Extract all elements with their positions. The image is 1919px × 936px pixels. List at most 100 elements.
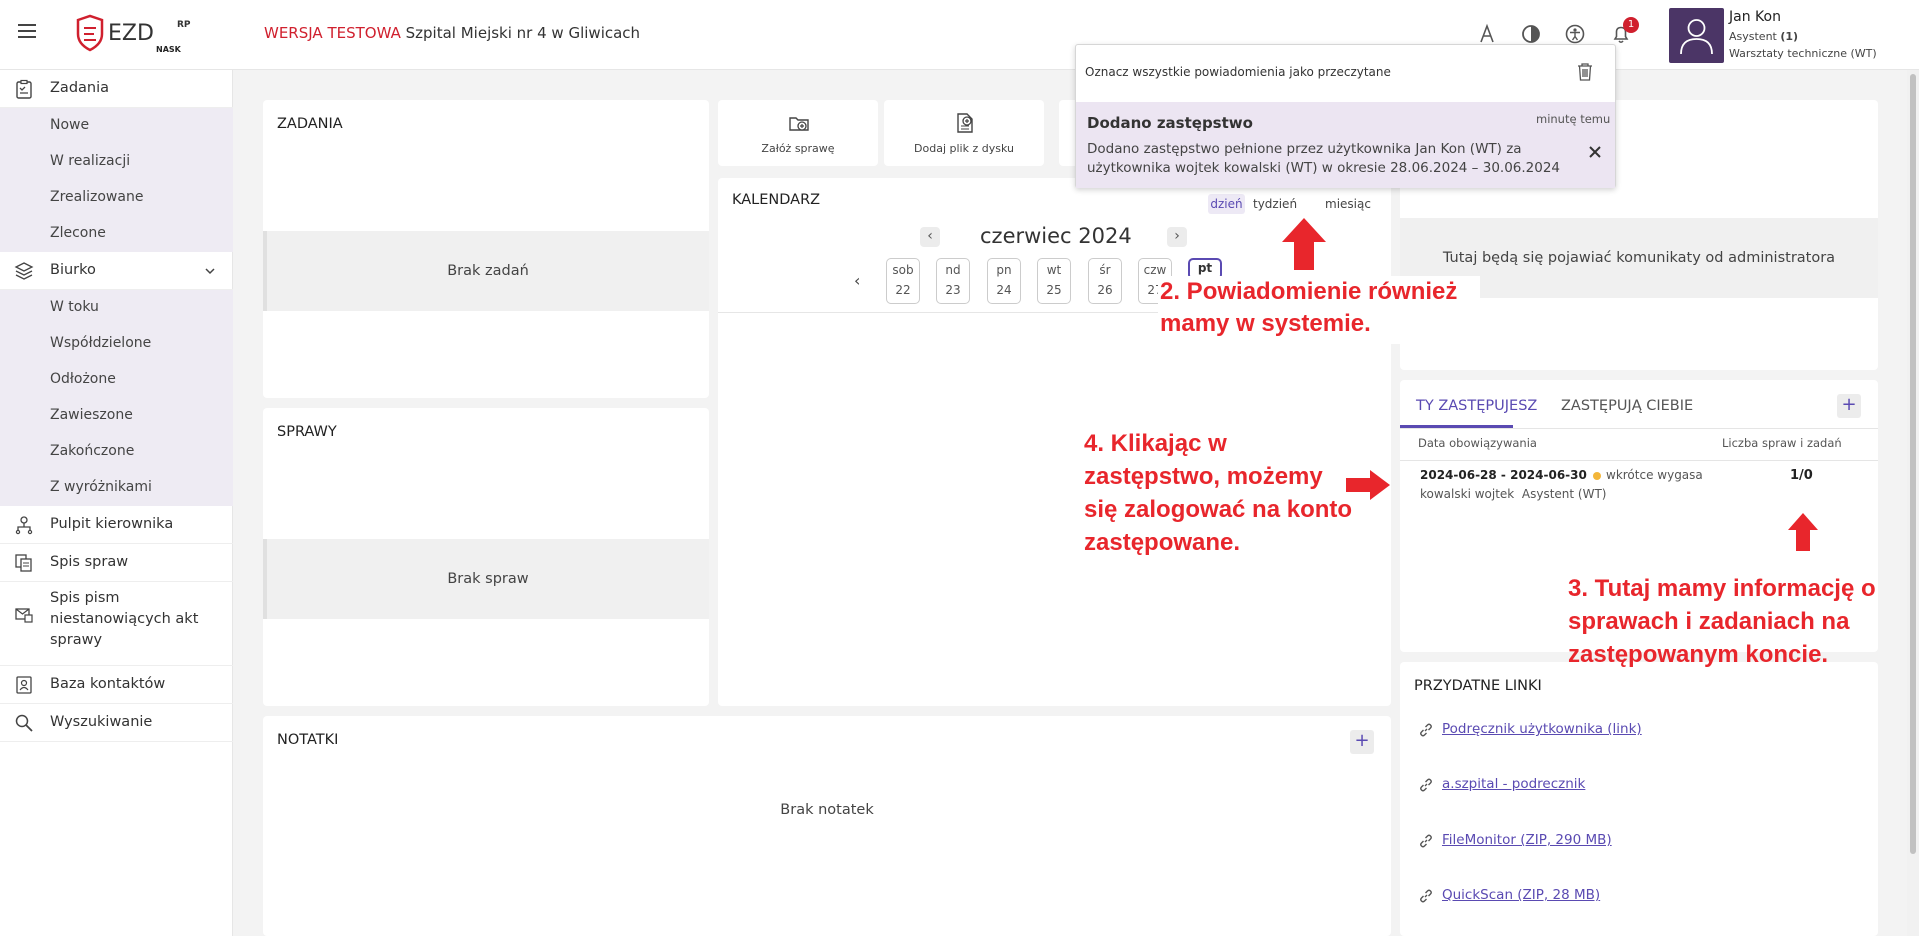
mark-all-read-link[interactable]: Oznacz wszystkie powiadomienia jako prze… <box>1085 65 1391 79</box>
annotation-line: zastępowane. <box>1084 529 1241 556</box>
notification-item[interactable]: Dodano zastępstwo minutę temu Dodano zas… <box>1076 102 1615 188</box>
view-miesiac[interactable]: miesiąc <box>1325 194 1371 214</box>
sidebar-item-label: Zadania <box>50 80 110 96</box>
sidebar-sub-label: Zawieszone <box>50 407 133 423</box>
sidebar-sub-z-wyroznikami[interactable]: Z wyróżnikami <box>0 470 233 506</box>
sidebar-sub-w-realizacji[interactable]: W realizacji <box>0 144 233 180</box>
notatki-empty: Brak notatek <box>780 802 874 818</box>
sidebar-sub-zlecone[interactable]: Zlecone <box>0 216 233 252</box>
contrast-icon[interactable] <box>1520 23 1542 45</box>
add-file-icon <box>957 113 973 133</box>
day-number: 26 <box>1097 283 1113 297</box>
add-note-button[interactable]: + <box>1350 730 1374 754</box>
add-zastepstwo-button[interactable]: + <box>1837 394 1861 418</box>
next-month-button[interactable]: › <box>1167 227 1187 247</box>
zastepstwo-row[interactable]: 2024-06-28 - 2024-06-30 wkrótce wygasa k… <box>1400 462 1878 506</box>
sidebar-sub-label: Odłożone <box>50 371 116 387</box>
link-filemonitor[interactable]: FileMonitor (ZIP, 290 MB) <box>1442 832 1612 848</box>
font-size-icon[interactable] <box>1476 23 1498 45</box>
sidebar-item-spis-spraw[interactable]: Spis spraw <box>0 544 233 582</box>
sidebar-item-baza-kontaktow[interactable]: Baza kontaktów <box>0 666 233 704</box>
sidebar-item-biurko[interactable]: Biurko <box>0 252 233 290</box>
sidebar-sub-odlozone[interactable]: Odłożone <box>0 362 233 398</box>
link-icon <box>1420 834 1432 848</box>
scrollbar-thumb[interactable] <box>1910 74 1916 854</box>
tab-ty-zastepujesz[interactable]: TY ZASTĘPUJESZ <box>1416 398 1537 414</box>
sidebar-sub-zakonczone[interactable]: Zakończone <box>0 434 233 470</box>
sidebar-sub-label: W realizacji <box>50 153 131 169</box>
day-name: sob <box>892 263 914 277</box>
person-role: Asystent (WT) <box>1521 487 1607 501</box>
logo-text: EZD <box>108 21 154 46</box>
sidebar-sub-label: Współdzielone <box>50 335 152 351</box>
contacts-icon <box>16 676 32 694</box>
sidebar-sub-nowe[interactable]: Nowe <box>0 108 233 144</box>
sidebar-sub-zawieszone[interactable]: Zawieszone <box>0 398 233 434</box>
sidebar-sub-wspoldzielone[interactable]: Współdzielone <box>0 326 233 362</box>
view-dzien[interactable]: dzień <box>1208 194 1245 214</box>
day-number: 25 <box>1046 283 1062 297</box>
clipboard-icon <box>16 79 32 99</box>
link-icon <box>1420 778 1432 792</box>
menu-icon[interactable] <box>18 24 36 38</box>
link-aszpital[interactable]: a.szpital - podrecznik <box>1442 776 1585 792</box>
trash-icon[interactable] <box>1576 62 1594 82</box>
prev-week-button[interactable]: ‹ <box>854 271 860 290</box>
sidebar-sub-w-toku[interactable]: W toku <box>0 290 233 326</box>
avatar[interactable] <box>1669 8 1724 63</box>
annotation-line: 4. Klikając w <box>1084 430 1227 457</box>
calendar-day[interactable]: śr 26 <box>1088 258 1122 304</box>
annotation-3: 3. Tutaj mamy informację o sprawach i zad… <box>1568 572 1876 671</box>
sidebar-sub-zrealizowane[interactable]: Zrealizowane <box>0 180 233 216</box>
day-name: pt <box>1197 261 1213 275</box>
test-version-label: WERSJA TESTOWA <box>264 24 401 42</box>
link-quickscan[interactable]: QuickScan (ZIP, 28 MB) <box>1442 887 1600 903</box>
org-chart-icon <box>15 516 33 535</box>
sidebar-item-label-line: Spis pism <box>50 590 120 606</box>
links-title: PRZYDATNE LINKI <box>1414 678 1542 694</box>
user-name[interactable]: Jan Kon <box>1729 9 1781 25</box>
dodaj-plik-button[interactable]: Dodaj plik z dysku <box>884 100 1044 166</box>
sidebar-item-pulpit-kierownika[interactable]: Pulpit kierownika <box>0 506 233 544</box>
calendar-day[interactable]: sob 22 <box>886 258 920 304</box>
arrow-right-icon <box>1346 470 1390 500</box>
accessibility-icon[interactable] <box>1564 23 1586 45</box>
zastepstwo-count: 1/0 <box>1790 468 1813 483</box>
calendar-day[interactable]: nd 23 <box>936 258 970 304</box>
prev-month-button[interactable]: ‹ <box>920 227 940 247</box>
annotation-line: mamy w systemie. <box>1160 310 1371 337</box>
search-icon <box>15 714 33 732</box>
scrollbar[interactable] <box>1907 70 1919 936</box>
calendar-day[interactable]: wt 25 <box>1037 258 1071 304</box>
day-number: 23 <box>945 283 961 297</box>
day-number: 24 <box>996 283 1012 297</box>
sidebar-item-label: Spis spraw <box>50 554 129 570</box>
annotation-line: się zalogować na konto <box>1084 496 1353 523</box>
zadania-empty: Brak zadań <box>263 231 709 311</box>
logo-sub: NASK <box>156 45 182 54</box>
calendar-day[interactable]: pn 24 <box>987 258 1021 304</box>
sidebar-item-spis-pism[interactable]: Spis pism niestanowiących akt sprawy <box>0 582 233 666</box>
annotation-4: 4. Klikając w zastępstwo, możemy się zalog… <box>1084 427 1352 559</box>
sidebar-item-label: Biurko <box>50 262 96 278</box>
ezd-logo[interactable]: EZD RP NASK <box>76 14 206 56</box>
user-role: Asystent (1) <box>1729 30 1798 43</box>
sidebar-item-zadania[interactable]: Zadania <box>0 70 233 108</box>
zaloz-sprawe-button[interactable]: Załóż sprawę <box>718 100 878 166</box>
sprawy-title: SPRAWY <box>277 424 337 440</box>
logo-sup: RP <box>177 20 191 30</box>
user-role-count: (1) <box>1780 30 1799 43</box>
hospital-name: Szpital Miejski nr 4 w Gliwicach <box>405 24 641 42</box>
sidebar-sub-label: Zlecone <box>50 225 106 241</box>
notification-badge: 1 <box>1623 17 1639 33</box>
sidebar-item-wyszukiwanie[interactable]: Wyszukiwanie <box>0 704 233 742</box>
close-icon[interactable] <box>1588 145 1602 159</box>
link-icon <box>1420 889 1432 903</box>
notatki-title: NOTATKI <box>277 732 339 748</box>
link-podrecznik[interactable]: Podręcznik użytkownika (link) <box>1442 721 1642 737</box>
chevron-down-icon[interactable] <box>204 266 216 276</box>
user-role-label: Asystent <box>1729 30 1781 43</box>
view-tydzien[interactable]: tydzień <box>1253 194 1297 214</box>
sidebar-sub-label: W toku <box>50 299 99 315</box>
tab-zastepuja-ciebie[interactable]: ZASTĘPUJĄ CIEBIE <box>1561 398 1693 414</box>
